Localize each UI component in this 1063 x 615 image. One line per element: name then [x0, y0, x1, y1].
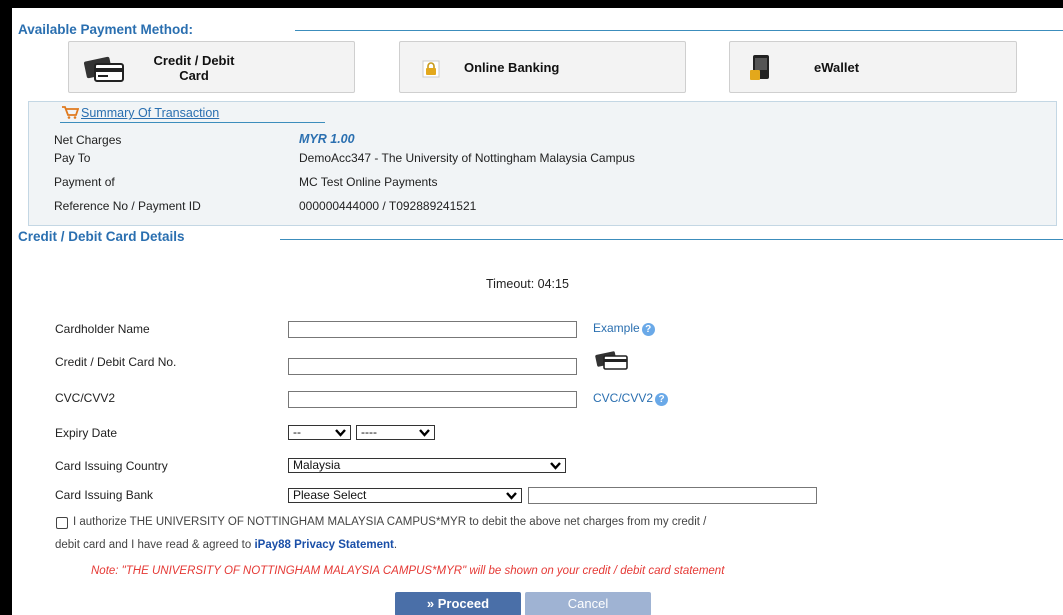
credit-card-icon — [595, 350, 629, 375]
ewallet-label: eWallet — [814, 60, 860, 75]
pay-to-value: DemoAcc347 - The University of Nottingha… — [299, 151, 635, 165]
question-mark-icon[interactable]: ? — [655, 393, 669, 406]
proceed-button[interactable]: » Proceed — [395, 592, 521, 615]
payment-method-title: Available Payment Method: — [18, 22, 194, 37]
summary-title-underline — [60, 122, 325, 123]
cvc-help-link-text[interactable]: CVC/CVV2 — [593, 391, 653, 405]
authorize-text-line2: debit card and I have read & agreed to i… — [55, 539, 397, 551]
credit-card-icon — [83, 55, 125, 88]
padlock-icon — [422, 60, 440, 83]
issuing-bank-select[interactable]: Please Select — [288, 488, 522, 503]
payment-page: Available Payment Method: Credit / Debit… — [12, 8, 1063, 615]
section-divider — [295, 30, 1063, 31]
credit-debit-card-method-button[interactable]: Credit / Debit Card — [68, 41, 355, 93]
cvc-label: CVC/CVV2 — [55, 391, 116, 405]
summary-title: Summary Of Transaction — [81, 106, 220, 120]
card-number-input[interactable] — [288, 358, 577, 375]
privacy-statement-link[interactable]: iPay88 Privacy Statement — [254, 539, 393, 551]
issuing-country-select[interactable]: Malaysia — [288, 458, 566, 473]
pay-to-label: Pay To — [54, 151, 91, 165]
statement-note: Note: "THE UNIVERSITY OF NOTTINGHAM MALA… — [91, 565, 725, 577]
payment-of-label: Payment of — [54, 175, 115, 189]
issuing-bank-label: Card Issuing Bank — [55, 488, 154, 502]
authorize-text-line1: I authorize THE UNIVERSITY OF NOTTINGHAM… — [73, 516, 707, 528]
online-banking-method-button[interactable]: Online Banking — [399, 41, 686, 93]
authorize-text-prefix: debit card and I have read & agreed to — [55, 539, 255, 551]
credit-debit-label-line2: Card — [179, 68, 209, 83]
credit-debit-label-line1: Credit / Debit — [153, 53, 235, 68]
issuing-bank-other-input[interactable] — [528, 487, 817, 504]
authorize-text-suffix: . — [393, 539, 398, 551]
card-details-title: Credit / Debit Card Details — [18, 229, 185, 244]
question-mark-icon[interactable]: ? — [641, 323, 655, 336]
ewallet-method-button[interactable]: eWallet — [729, 41, 1017, 93]
cancel-button[interactable]: Cancel — [525, 592, 651, 615]
example-link-text[interactable]: Example — [593, 321, 640, 335]
cardholder-name-label: Cardholder Name — [55, 322, 150, 336]
chevron-down-icon — [335, 429, 346, 437]
expiry-year-value: ---- — [361, 425, 377, 439]
cvc-input[interactable] — [288, 391, 577, 408]
net-charges-label: Net Charges — [54, 133, 122, 147]
net-charges-value: MYR 1.00 — [299, 132, 355, 146]
transaction-summary-panel: Summary Of Transaction Net Charges MYR 1… — [28, 101, 1057, 226]
timeout-text: Timeout: 04:15 — [486, 277, 569, 291]
online-banking-label: Online Banking — [464, 60, 560, 75]
card-number-label: Credit / Debit Card No. — [55, 355, 177, 369]
issuing-bank-value: Please Select — [293, 488, 367, 502]
wallet-icon — [750, 53, 772, 88]
expiry-year-select[interactable]: ---- — [356, 425, 435, 440]
cardholder-name-input[interactable] — [288, 321, 577, 338]
chevron-down-icon — [506, 492, 517, 500]
section-divider — [280, 239, 1063, 240]
expiry-month-value: -- — [293, 425, 301, 439]
reference-label: Reference No / Payment ID — [54, 199, 201, 213]
chevron-down-icon — [550, 462, 561, 470]
chevron-down-icon — [419, 429, 430, 437]
payment-of-value: MC Test Online Payments — [299, 175, 438, 189]
expiry-date-label: Expiry Date — [55, 426, 118, 440]
expiry-month-select[interactable]: -- — [288, 425, 351, 440]
cvc-help-link[interactable]: CVC/CVV2? — [593, 391, 669, 406]
authorize-checkbox[interactable] — [56, 517, 68, 529]
reference-value: 000000444000 / T092889241521 — [299, 199, 477, 213]
issuing-country-label: Card Issuing Country — [55, 459, 168, 473]
example-link[interactable]: Example? — [593, 321, 655, 336]
issuing-country-value: Malaysia — [293, 458, 341, 472]
